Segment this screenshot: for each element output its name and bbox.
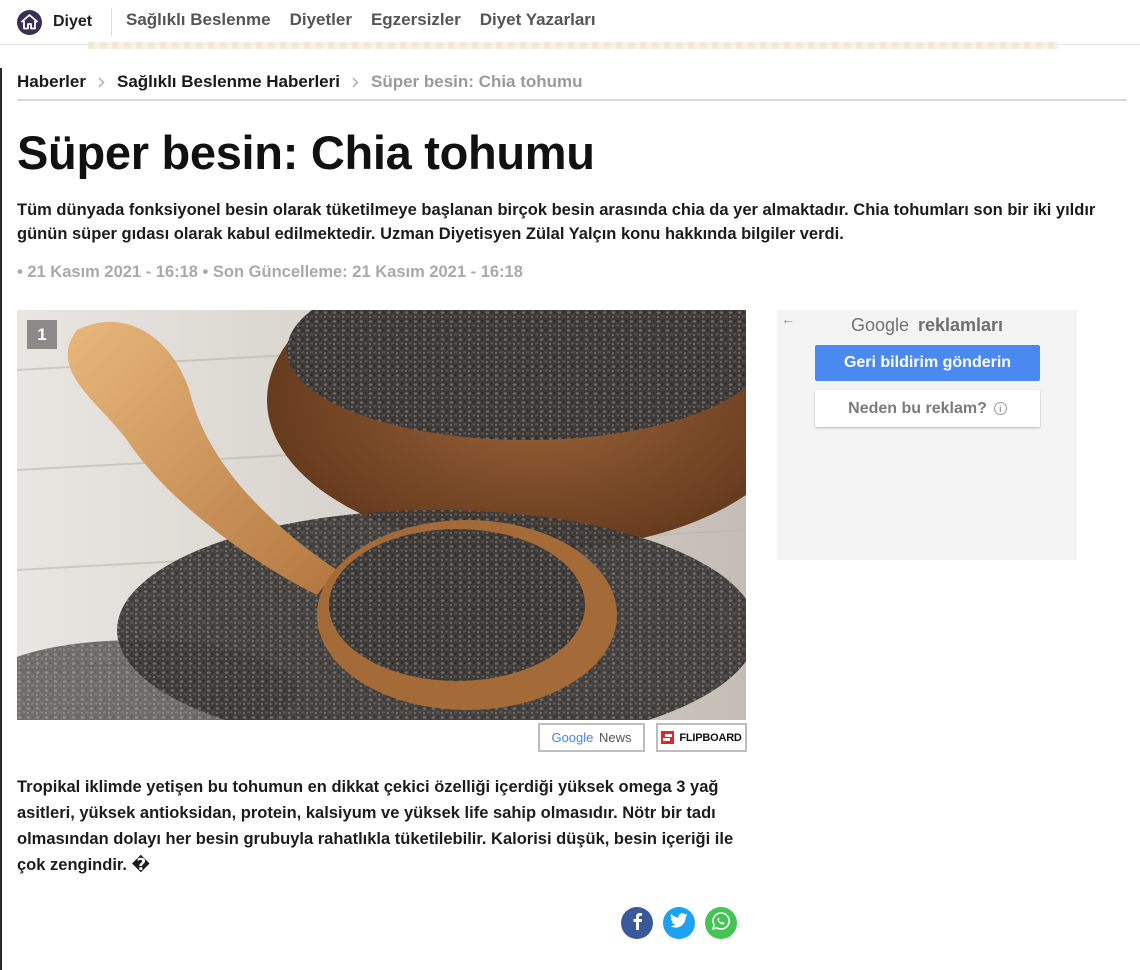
- whatsapp-icon: [711, 911, 731, 936]
- breadcrumb-haberler[interactable]: Haberler: [17, 72, 86, 92]
- breadcrumb: Haberler Sağlıklı Beslenme Haberleri Süp…: [17, 72, 583, 92]
- chevron-right-icon: [98, 76, 105, 88]
- google-news-button[interactable]: Google News: [538, 723, 645, 752]
- google-news-google-text: Google: [551, 730, 594, 745]
- nav-item-egzersizler[interactable]: Egzersizler: [371, 10, 461, 30]
- article-title: Süper besin: Chia tohumu: [17, 126, 595, 179]
- flipboard-button[interactable]: FLIPBOARD: [656, 723, 747, 752]
- facebook-icon: [630, 912, 644, 935]
- ad-title: Google reklamları: [777, 315, 1077, 336]
- nav-item-saglikli-beslenme[interactable]: Sağlıklı Beslenme: [126, 10, 271, 30]
- google-ad-panel: ← Google reklamları Geri bildirim gönder…: [777, 310, 1077, 560]
- article-dates: • 21 Kasım 2021 - 16:18 • Son Güncelleme…: [17, 263, 523, 281]
- article-body: Tropikal iklimde yetişen bu tohumun en d…: [17, 778, 734, 874]
- breadcrumb-current: Süper besin: Chia tohumu: [370, 72, 583, 91]
- twitter-share-button[interactable]: [663, 907, 695, 939]
- facebook-share-button[interactable]: [621, 907, 653, 939]
- article-summary: Tüm dünyada fonksiyonel besin olarak tük…: [17, 201, 1096, 243]
- home-icon: [17, 9, 42, 35]
- brand-home-link[interactable]: Diyet: [17, 8, 92, 36]
- top-navigation: Diyet Sağlıklı Beslenme Diyetler Egzersi…: [0, 0, 1140, 49]
- why-this-ad-button[interactable]: Neden bu reklam? i: [815, 390, 1040, 427]
- article-image: [17, 310, 746, 720]
- nav-divider: [111, 8, 112, 36]
- flipboard-label: FLIPBOARD: [679, 731, 742, 744]
- chevron-right-icon: [352, 76, 359, 88]
- send-feedback-label: Geri bildirim gönderin: [843, 354, 1012, 371]
- nav-menu: Sağlıklı Beslenme Diyetler Egzersizler D…: [126, 10, 596, 30]
- why-this-ad-label: Neden bu reklam?: [848, 399, 987, 417]
- whatsapp-share-button[interactable]: [705, 907, 737, 939]
- image-index-badge: 1: [27, 320, 57, 349]
- header-decoration: [88, 42, 1058, 49]
- brand-label: Diyet: [53, 13, 93, 30]
- breadcrumb-divider: [17, 99, 1127, 101]
- nav-item-diyet-yazarlari[interactable]: Diyet Yazarları: [480, 10, 596, 30]
- page-edge: [0, 68, 2, 970]
- ad-title-suffix: reklamları: [918, 315, 1004, 335]
- send-feedback-button[interactable]: Geri bildirim gönderin: [815, 345, 1040, 381]
- flipboard-icon: [661, 731, 675, 744]
- ad-title-brand: Google: [850, 315, 909, 335]
- nav-item-diyetler[interactable]: Diyetler: [290, 10, 352, 30]
- google-news-news-text: News: [599, 730, 632, 745]
- info-icon: i: [993, 402, 1007, 415]
- breadcrumb-saglikli-beslenme-haberleri[interactable]: Sağlıklı Beslenme Haberleri: [117, 72, 340, 92]
- twitter-icon: [670, 913, 688, 933]
- google-news-logo: Google News: [551, 730, 631, 745]
